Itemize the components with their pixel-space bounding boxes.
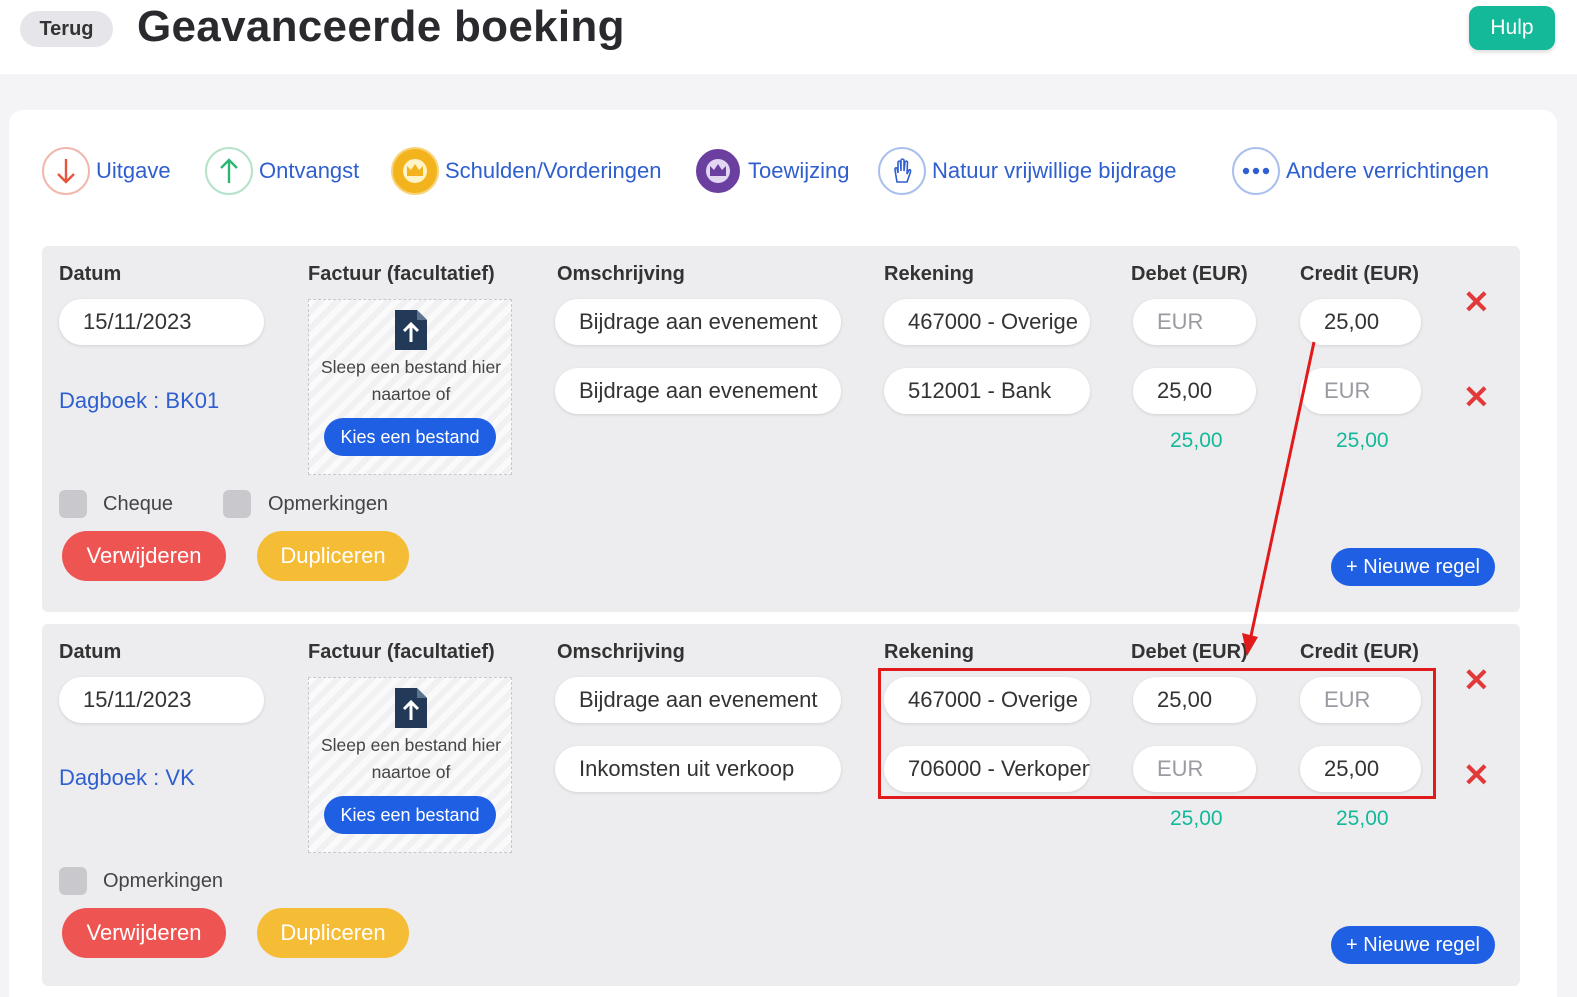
date-field[interactable]: 15/11/2023	[59, 677, 264, 723]
journal-entry: Datum Factuur (facultatief) Omschrijving…	[42, 246, 1520, 612]
file-upload-icon	[395, 310, 427, 350]
hand-icon	[878, 147, 926, 195]
checkbox-label: Cheque	[103, 493, 174, 515]
column-header-credit: Credit (EUR)	[1300, 641, 1419, 663]
column-header-description: Omschrijving	[557, 263, 685, 285]
journal-entry: Datum Factuur (facultatief) Omschrijving…	[42, 624, 1520, 986]
type-label: Ontvangst	[259, 158, 360, 183]
remarks-checkbox[interactable]	[59, 867, 87, 895]
column-header-debit: Debet (EUR)	[1131, 641, 1248, 663]
type-voluntary-contribution[interactable]: Natuur vrijwillige bijdrage	[878, 146, 1177, 196]
delete-row-icon[interactable]: ✕	[1463, 759, 1490, 791]
choose-file-button[interactable]: Kies een bestand	[324, 418, 496, 456]
credit-field[interactable]: 25,00	[1300, 299, 1421, 345]
total-credit: 25,00	[1336, 429, 1389, 452]
dropzone-text: Sleep een bestand hier naartoe of	[321, 357, 501, 404]
column-header-invoice: Factuur (facultatief)	[308, 641, 495, 663]
page-title: Geavanceerde boeking	[137, 2, 625, 51]
type-income[interactable]: Ontvangst	[205, 146, 359, 196]
column-header-account: Rekening	[884, 263, 975, 285]
total-debit: 25,00	[1170, 807, 1223, 830]
description-field[interactable]: Inkomsten uit verkoop	[555, 746, 841, 792]
account-field[interactable]: 512001 - Bank	[884, 368, 1090, 414]
credit-field[interactable]: 25,00	[1300, 746, 1421, 792]
type-label: Andere verrichtingen	[1286, 158, 1490, 183]
help-button[interactable]: Hulp	[1469, 6, 1555, 50]
credit-field[interactable]: EUR	[1300, 677, 1421, 723]
choose-file-button[interactable]: Kies een bestand	[324, 796, 496, 834]
description-field[interactable]: Bijdrage aan evenement	[555, 368, 841, 414]
column-header-description: Omschrijving	[557, 641, 685, 663]
more-dots-icon	[1232, 147, 1280, 195]
delete-entry-button[interactable]: Verwijderen	[62, 908, 226, 958]
delete-entry-button[interactable]: Verwijderen	[62, 531, 226, 581]
column-header-invoice: Factuur (facultatief)	[308, 263, 495, 285]
debit-field[interactable]: 25,00	[1133, 677, 1256, 723]
type-label: Schulden/Vorderingen	[445, 158, 662, 183]
invoice-dropzone[interactable]: Sleep een bestand hier naartoe of Kies ee…	[308, 299, 512, 475]
crown-icon	[391, 147, 439, 195]
description-field[interactable]: Bijdrage aan evenement	[555, 299, 841, 345]
delete-row-icon[interactable]: ✕	[1463, 664, 1490, 696]
type-other-operations[interactable]: Andere verrichtingen	[1232, 146, 1489, 196]
description-field[interactable]: Bijdrage aan evenement	[555, 677, 841, 723]
account-field[interactable]: 706000 - Verkopen	[884, 746, 1090, 792]
type-label: Natuur vrijwillige bijdrage	[932, 158, 1177, 183]
type-label: Toewijzing	[748, 158, 850, 183]
column-header-date: Datum	[59, 641, 122, 663]
debit-field[interactable]: EUR	[1133, 746, 1256, 792]
cheque-checkbox[interactable]	[59, 490, 87, 518]
debit-field[interactable]: 25,00	[1133, 368, 1256, 414]
column-header-date: Datum	[59, 263, 122, 285]
delete-row-icon[interactable]: ✕	[1463, 381, 1490, 413]
type-allocation[interactable]: Toewijzing	[694, 146, 850, 196]
total-debit: 25,00	[1170, 429, 1223, 452]
account-field[interactable]: 467000 - Overige	[884, 677, 1090, 723]
top-bar: Terug Geavanceerde boeking Hulp	[0, 0, 1577, 74]
type-label: Uitgave	[96, 158, 171, 183]
crown-transfer-icon	[694, 147, 742, 195]
journal-link[interactable]: Dagboek : BK01	[59, 388, 219, 414]
file-upload-icon	[395, 688, 427, 728]
total-credit: 25,00	[1336, 807, 1389, 830]
column-header-debit: Debet (EUR)	[1131, 263, 1248, 285]
back-button[interactable]: Terug	[20, 11, 113, 47]
type-debts-receivables[interactable]: Schulden/Vorderingen	[391, 146, 662, 196]
journal-link[interactable]: Dagboek : VK	[59, 765, 195, 791]
account-field[interactable]: 467000 - Overige	[884, 299, 1090, 345]
remarks-checkbox[interactable]	[223, 490, 251, 518]
dropzone-text: Sleep een bestand hier naartoe of	[321, 735, 501, 782]
checkbox-label: Opmerkingen	[103, 870, 224, 892]
new-line-button[interactable]: + Nieuwe regel	[1331, 926, 1495, 964]
debit-field[interactable]: EUR	[1133, 299, 1256, 345]
duplicate-entry-button[interactable]: Dupliceren	[257, 531, 409, 581]
date-field[interactable]: 15/11/2023	[59, 299, 264, 345]
arrow-up-icon	[205, 147, 253, 195]
column-header-account: Rekening	[884, 641, 975, 663]
invoice-dropzone[interactable]: Sleep een bestand hier naartoe of Kies ee…	[308, 677, 512, 853]
delete-row-icon[interactable]: ✕	[1463, 286, 1490, 318]
column-header-credit: Credit (EUR)	[1300, 263, 1419, 285]
checkbox-label: Opmerkingen	[268, 493, 389, 515]
credit-field[interactable]: EUR	[1300, 368, 1421, 414]
new-line-button[interactable]: + Nieuwe regel	[1331, 548, 1495, 586]
type-expense[interactable]: Uitgave	[42, 146, 171, 196]
duplicate-entry-button[interactable]: Dupliceren	[257, 908, 409, 958]
arrow-down-icon	[42, 147, 90, 195]
